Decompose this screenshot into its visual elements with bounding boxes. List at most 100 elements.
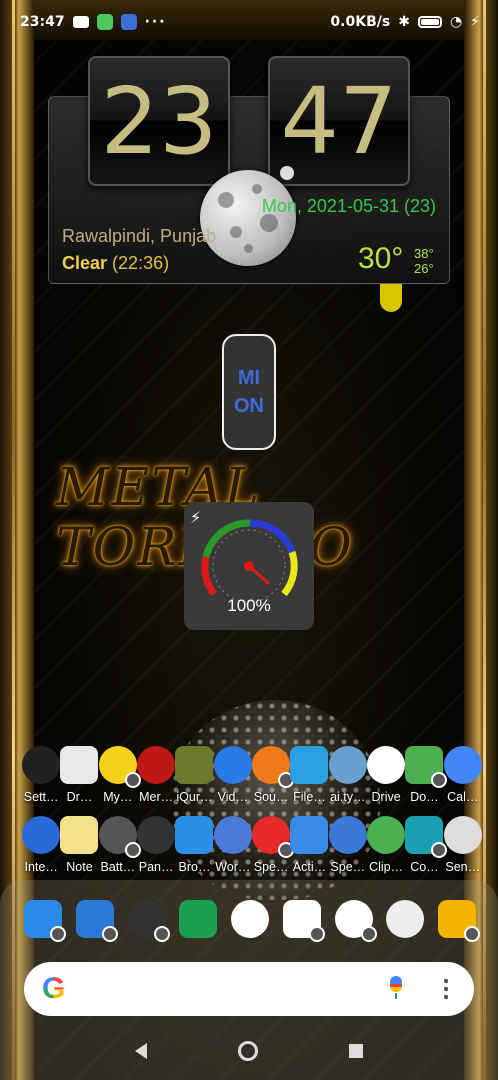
drive-icon[interactable]	[367, 746, 406, 784]
camera-icon[interactable]	[386, 900, 425, 938]
work-profile-badge-icon	[153, 926, 170, 942]
speed-calc-icon[interactable]	[328, 816, 367, 854]
mi-on-widget[interactable]: MI ON	[222, 334, 276, 450]
app-label: Drive	[371, 790, 401, 804]
app-shortcut[interactable]: Mer…	[137, 746, 176, 804]
world-clock-icon[interactable]	[213, 816, 252, 854]
vpn-notification-icon	[120, 14, 137, 30]
bluetooth-icon: ✱	[398, 14, 410, 30]
app-shortcut[interactable]: Inte…	[22, 816, 61, 874]
app-label: Batt…	[100, 860, 136, 874]
app-shortcut[interactable]: Clip…	[367, 816, 406, 874]
app-shortcut[interactable]: ai.ty…	[328, 746, 367, 804]
calendar-icon[interactable]	[443, 746, 482, 784]
my-icon[interactable]	[98, 746, 141, 788]
video-play-icon[interactable]	[213, 746, 252, 784]
condition-label: Clear	[62, 253, 108, 273]
on-label: ON	[234, 395, 264, 417]
app-shortcut[interactable]: Dr…	[60, 746, 99, 804]
temperature-low: 26°	[414, 261, 434, 276]
work-profile-badge-icon	[124, 772, 141, 788]
app-label: My…	[103, 790, 133, 804]
messages-icon[interactable]	[75, 900, 118, 942]
keyboard-icon[interactable]	[328, 746, 367, 784]
cycling-icon[interactable]	[127, 900, 170, 942]
home-launcher-icon[interactable]	[290, 816, 329, 854]
microphone-icon[interactable]	[390, 976, 402, 999]
app-label: Bro…	[178, 860, 211, 874]
chrome-icon[interactable]	[334, 900, 377, 942]
internet-speed-icon[interactable]	[22, 816, 61, 854]
app-shortcut[interactable]: My…	[98, 746, 141, 804]
work-profile-badge-icon	[360, 926, 377, 942]
app-shortcut[interactable]: Drive	[367, 746, 406, 804]
app-drawer-icon[interactable]	[231, 900, 269, 938]
sensor-icon[interactable]	[443, 816, 482, 854]
back-button[interactable]	[135, 1043, 148, 1059]
play-store-icon[interactable]	[282, 900, 325, 942]
download-icon[interactable]	[405, 746, 448, 788]
home-button[interactable]	[237, 1041, 258, 1061]
speed-clock-icon[interactable]	[252, 816, 295, 858]
work-profile-badge-icon	[124, 842, 141, 858]
compass-icon[interactable]	[405, 816, 448, 858]
app-shortcut[interactable]: Sen…	[443, 816, 482, 874]
app-label: Pan…	[138, 860, 174, 874]
quran-icon[interactable]	[175, 746, 214, 784]
clock-hours[interactable]: 23	[88, 56, 230, 186]
battery-gauge-widget[interactable]: ⚡ 100%	[184, 502, 314, 630]
app-shortcut[interactable]: File…	[290, 746, 329, 804]
app-label: ai.ty…	[330, 790, 366, 804]
settings-icon[interactable]	[22, 746, 61, 784]
app-label: Spe…	[253, 860, 289, 874]
app-shortcut[interactable]: iQur…	[175, 746, 214, 804]
kebab-menu-icon[interactable]	[444, 977, 448, 1001]
app-shortcut[interactable]: Co…	[405, 816, 448, 874]
app-label: Note	[66, 860, 93, 874]
soundhound-icon[interactable]	[252, 746, 295, 788]
app-shortcut[interactable]: Sett…	[22, 746, 61, 804]
app-label: File…	[293, 790, 326, 804]
google-search-bar[interactable]: G	[24, 962, 474, 1016]
files-icon[interactable]	[290, 746, 329, 784]
game-controller-icon	[72, 16, 89, 28]
app-grid-row-1: Sett… Dr… My… Mer… iQur… Vid… Sou… File… ai.ty… D…	[22, 746, 482, 804]
app-shortcut[interactable]: Bro…	[175, 816, 214, 874]
app-shortcut[interactable]: Wor…	[213, 816, 252, 874]
wifi-icon: ◔	[449, 14, 463, 30]
app-shortcut[interactable]: Acti…	[290, 816, 329, 874]
app-label: Acti…	[292, 860, 327, 874]
temperature: 30°	[358, 242, 404, 275]
driver-icon[interactable]	[60, 746, 99, 784]
app-shortcut[interactable]: Do…	[405, 746, 448, 804]
app-shortcut[interactable]: Note	[60, 816, 99, 874]
dictionary-icon[interactable]	[137, 746, 176, 784]
app-shortcut[interactable]: Pan…	[137, 816, 176, 874]
gallery-icon[interactable]	[179, 900, 218, 938]
app-shortcut[interactable]: Spe…	[252, 816, 295, 874]
browser-icon[interactable]	[175, 816, 214, 854]
note-icon[interactable]	[60, 816, 99, 854]
google-logo: G	[42, 972, 66, 1005]
file-manager-icon[interactable]	[438, 900, 480, 942]
moon-phase-icon	[200, 170, 296, 266]
app-label: iQur…	[176, 790, 213, 804]
app-shortcut[interactable]: Batt…	[98, 816, 141, 874]
contacts-icon[interactable]	[24, 900, 66, 942]
dock-row	[24, 900, 480, 942]
work-profile-badge-icon	[101, 926, 118, 942]
app-label: Dr…	[66, 790, 93, 804]
app-shortcut[interactable]: Spe…	[328, 816, 367, 874]
updated-time: (22:36)	[112, 253, 170, 273]
location-label: Rawalpindi, Punjab	[62, 226, 217, 246]
network-speed: 0.0KB/s	[330, 14, 391, 30]
recent-apps-button[interactable]	[348, 1044, 363, 1058]
work-profile-badge-icon	[308, 926, 325, 942]
clipboard-share-icon[interactable]	[367, 816, 406, 854]
app-shortcut[interactable]: Vid…	[213, 746, 252, 804]
app-label: Cal…	[447, 790, 479, 804]
battery-app-icon[interactable]	[98, 816, 141, 858]
calculator-icon[interactable]	[137, 816, 176, 854]
app-shortcut[interactable]: Cal…	[443, 746, 482, 804]
app-shortcut[interactable]: Sou…	[252, 746, 295, 804]
